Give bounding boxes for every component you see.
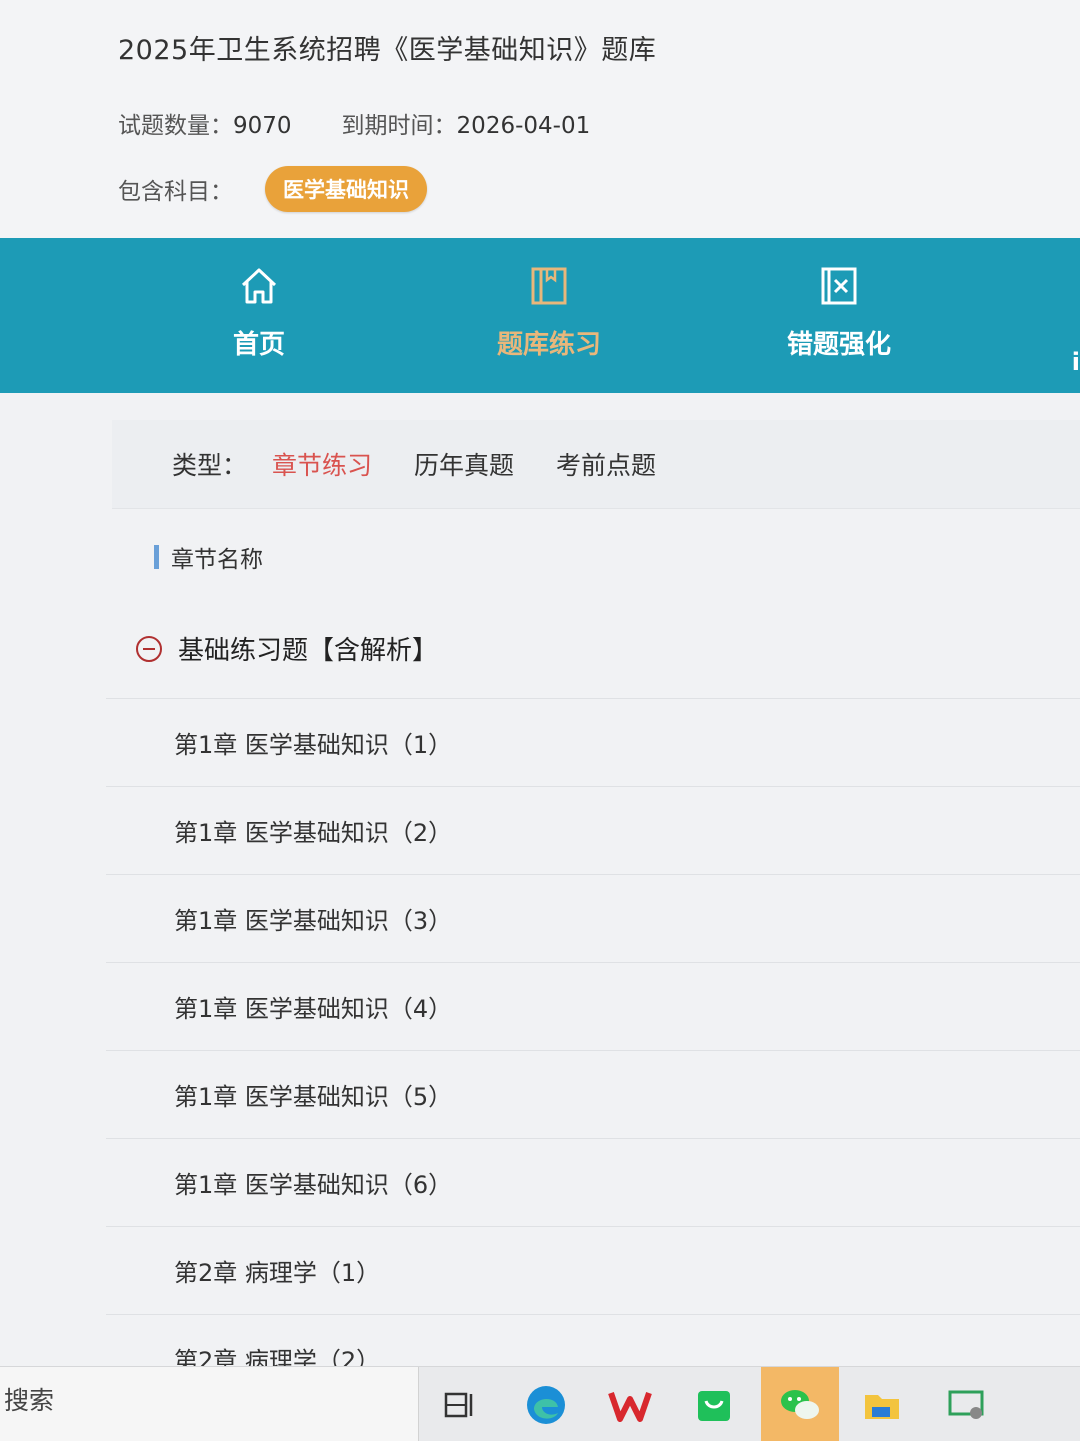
store-icon[interactable] (688, 1379, 740, 1431)
type-option-pre-exam[interactable]: 考前点题 (556, 446, 656, 482)
chapter-list: 第1章 医学基础知识（1） 第1章 医学基础知识（2） 第1章 医学基础知识（3… (106, 698, 1080, 1402)
nav-item-practice[interactable]: 题库练习 (429, 238, 669, 393)
type-label: 类型： (172, 451, 248, 480)
wrong-book-icon (817, 264, 861, 308)
collapse-icon[interactable] (136, 635, 162, 662)
home-icon (237, 264, 281, 308)
count-value: 9070 (233, 113, 292, 139)
list-item[interactable]: 第1章 医学基础知识（3） (106, 874, 1080, 962)
main-nav: 首页 题库练习 错题强化 i (0, 238, 1080, 393)
wps-icon[interactable] (604, 1379, 656, 1431)
windows-taskbar: 搜索 (0, 1366, 1080, 1441)
chapter-section-title: 章节名称 (171, 547, 263, 573)
taskbar-search-box[interactable]: 搜索 (0, 1367, 419, 1441)
nav-label-wrong: 错题强化 (786, 330, 891, 360)
type-option-past-exams[interactable]: 历年真题 (414, 446, 514, 482)
course-header: 2025年卫生系统招聘《医学基础知识》题库 试题数量：9070 到期时间：2026… (0, 0, 1080, 238)
nav-item-home[interactable]: 首页 (139, 238, 379, 393)
nav-label-home: 首页 (232, 330, 285, 360)
list-item[interactable]: 第2章 病理学（1） (106, 1226, 1080, 1314)
type-option-chapter[interactable]: 章节练习 (272, 446, 372, 482)
nav-label-practice: 题库练习 (496, 330, 601, 360)
count-label: 试题数量： (118, 113, 233, 139)
taskbar-search-label: 搜索 (4, 1386, 55, 1415)
expire-value: 2026-04-01 (456, 113, 591, 139)
subject-label: 包含科目： (118, 179, 233, 205)
chapter-section-header: 章节名称 (154, 540, 263, 574)
section-accent-bar (154, 545, 159, 569)
task-view-icon[interactable] (434, 1379, 486, 1431)
edge-icon[interactable] (520, 1379, 572, 1431)
file-explorer-icon[interactable] (856, 1379, 908, 1431)
subject-row: 包含科目： 医学基础知识 (118, 166, 427, 212)
list-item[interactable]: 第1章 医学基础知识（1） (106, 698, 1080, 786)
course-title: 2025年卫生系统招聘《医学基础知识》题库 (118, 35, 657, 66)
subject-tag[interactable]: 医学基础知识 (265, 166, 427, 212)
list-item[interactable]: 第1章 医学基础知识（2） (106, 786, 1080, 874)
list-item[interactable]: 第1章 医学基础知识（5） (106, 1050, 1080, 1138)
chapter-group[interactable]: 基础练习题【含解析】 (136, 630, 438, 667)
chapter-group-title: 基础练习题【含解析】 (178, 636, 439, 666)
expire-label: 到期时间： (341, 113, 457, 139)
wechat-icon[interactable] (774, 1379, 826, 1431)
nav-item-wrong[interactable]: 错题强化 (719, 238, 959, 393)
list-item[interactable]: 第1章 医学基础知识（6） (106, 1138, 1080, 1226)
type-filter-bar: 类型： 章节练习 历年真题 考前点题 (112, 420, 1080, 509)
list-item[interactable]: 第1章 医学基础知识（4） (106, 962, 1080, 1050)
screen-icon[interactable] (940, 1379, 992, 1431)
nav-overflow-label[interactable]: i (1072, 348, 1080, 376)
course-meta: 试题数量：9070 到期时间：2026-04-01 (118, 106, 590, 140)
book-icon (527, 264, 571, 308)
